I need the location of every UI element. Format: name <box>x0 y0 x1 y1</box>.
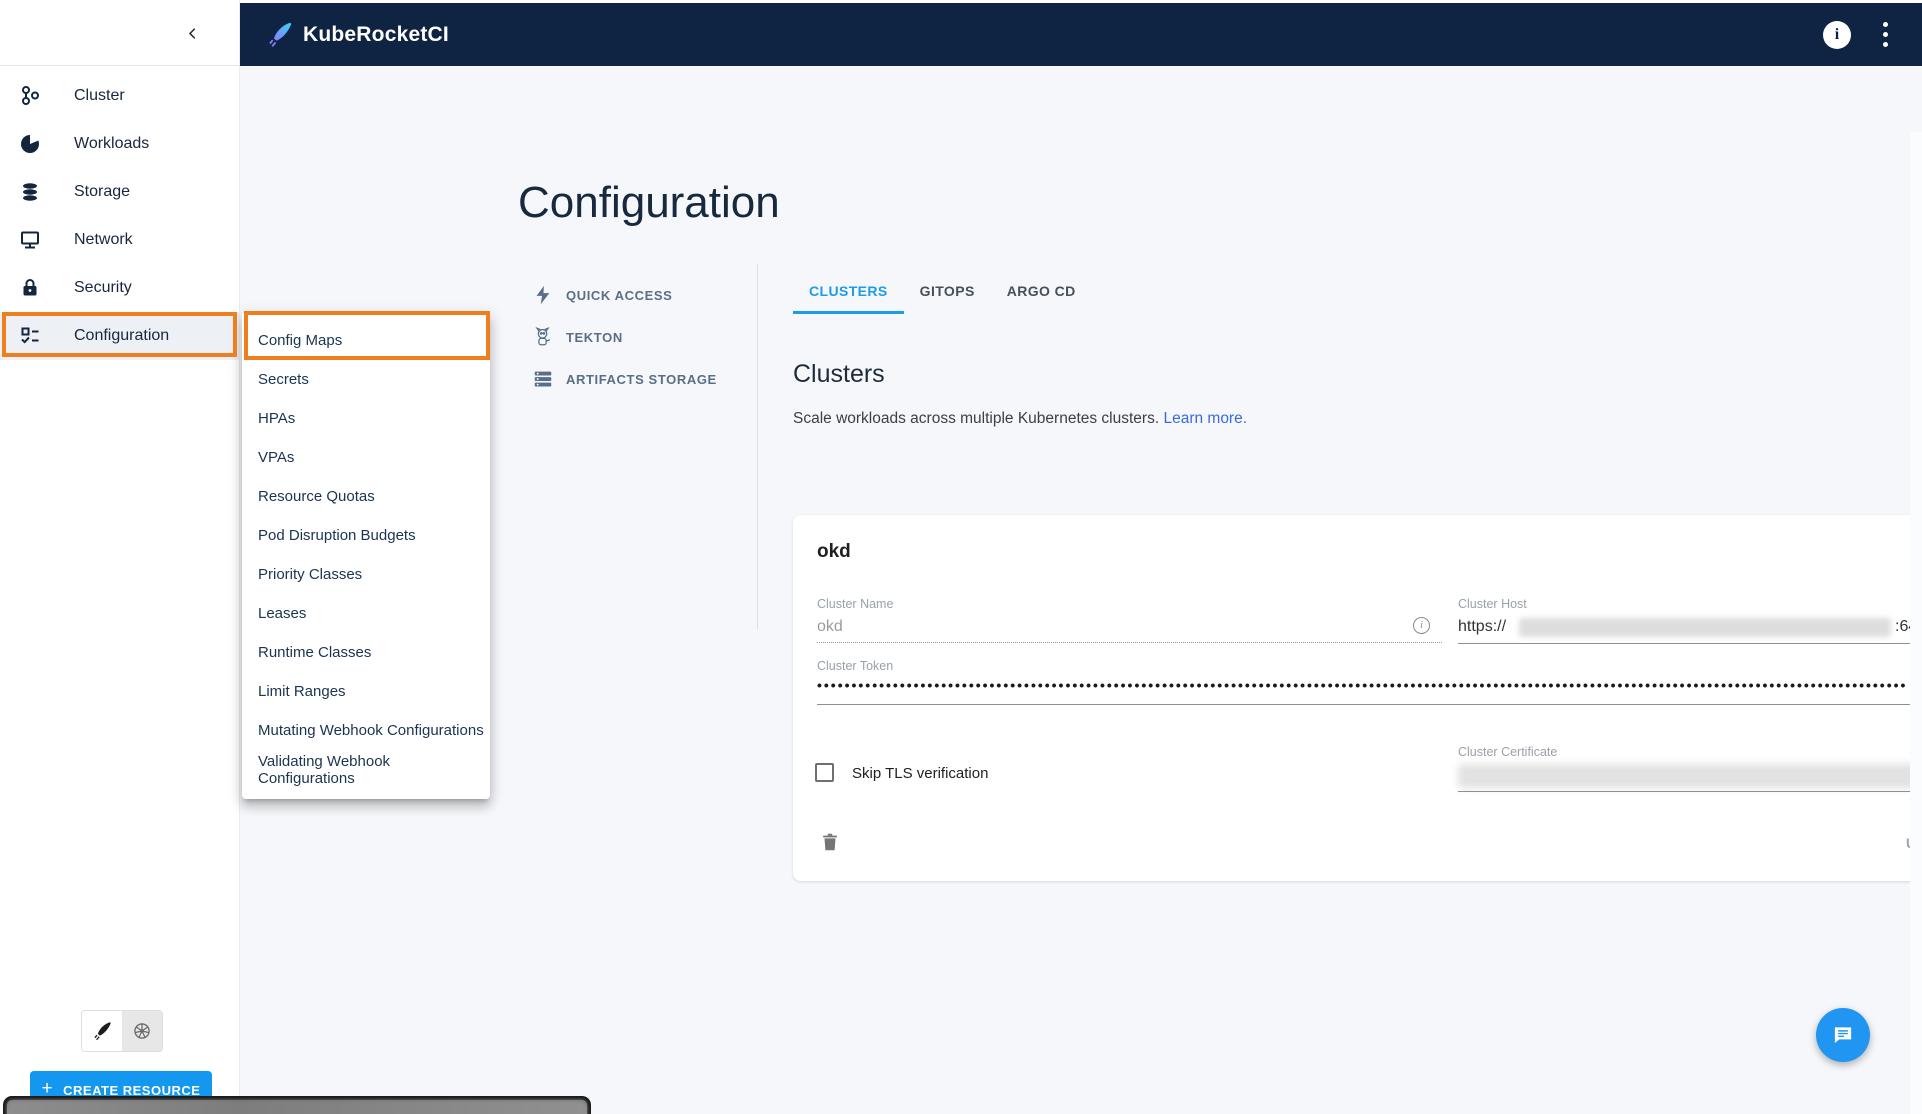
submenu-item-config-maps[interactable]: Config Maps <box>242 321 490 360</box>
cluster-card: okd Cluster Name okd i Cluster Host http… <box>793 515 1922 881</box>
sidebar-item-storage[interactable]: Storage <box>0 168 239 216</box>
menu-item-label: TEKTON <box>566 330 623 345</box>
cluster-name-underline <box>817 618 1442 643</box>
cluster-host-underline <box>1458 618 1922 644</box>
sidebar-nav: Cluster Workloads Storage Network <box>0 72 239 360</box>
menu-item-quick-access[interactable]: QUICK ACCESS <box>532 274 717 316</box>
lightning-bolt-icon <box>532 284 554 306</box>
cluster-card-title: okd <box>817 541 851 563</box>
trash-icon[interactable] <box>819 831 841 853</box>
cluster-token-underline <box>817 675 1922 705</box>
cluster-host-label: Cluster Host <box>1458 597 1527 611</box>
section-description-text: Scale workloads across multiple Kubernet… <box>793 410 1159 427</box>
app-header: KubeRocketCI i <box>240 0 1922 66</box>
menu-item-tekton[interactable]: TEKTON <box>532 316 717 358</box>
menu-item-artifacts-storage[interactable]: ARTIFACTS STORAGE <box>532 358 717 400</box>
rocket-icon <box>92 1021 112 1041</box>
tabs: CLUSTERS GITOPS ARGO CD <box>793 270 1092 312</box>
configuration-icon <box>18 324 42 348</box>
sidebar-item-cluster[interactable]: Cluster <box>0 72 239 120</box>
kebab-menu-icon[interactable] <box>1879 18 1892 51</box>
sidebar-top <box>0 0 239 66</box>
submenu-item-pod-disruption-budgets[interactable]: Pod Disruption Budgets <box>242 516 490 555</box>
tab-argo-cd[interactable]: ARGO CD <box>991 270 1092 312</box>
cluster-token-label: Cluster Token <box>817 659 893 673</box>
section-heading: Clusters <box>793 360 885 389</box>
submenu-item-limit-ranges[interactable]: Limit Ranges <box>242 672 490 711</box>
security-icon <box>18 276 42 300</box>
sidebar: Cluster Workloads Storage Network <box>0 0 240 1114</box>
sidebar-item-security[interactable]: Security <box>0 264 239 312</box>
sidebar-item-network[interactable]: Network <box>0 216 239 264</box>
submenu-item-resource-quotas[interactable]: Resource Quotas <box>242 477 490 516</box>
submenu-item-vpas[interactable]: VPAs <box>242 438 490 477</box>
submenu-item-hpas[interactable]: HPAs <box>242 399 490 438</box>
info-icon[interactable]: i <box>1413 617 1430 634</box>
cluster-certificate-label: Cluster Certificate <box>1458 745 1557 759</box>
server-stack-icon <box>532 368 554 390</box>
main-content: Configuration QUICK ACCESS TEKTON <box>240 66 1922 1114</box>
rocket-logo-icon <box>266 21 293 48</box>
sidebar-item-label: Cluster <box>74 87 125 105</box>
sidebar-item-workloads[interactable]: Workloads <box>0 120 239 168</box>
sidebar-item-label: Storage <box>74 183 130 201</box>
brand-name: KubeRocketCI <box>303 23 449 47</box>
kubernetes-mode-button[interactable] <box>122 1011 162 1051</box>
vertical-divider <box>757 264 758 629</box>
tab-clusters[interactable]: CLUSTERS <box>793 270 904 312</box>
skip-tls-label: Skip TLS verification <box>852 765 988 782</box>
storage-icon <box>18 180 42 204</box>
sidebar-item-label: Configuration <box>74 327 169 345</box>
sidebar-item-label: Security <box>74 279 132 297</box>
submenu-item-mutating-webhook-configurations[interactable]: Mutating Webhook Configurations <box>242 711 490 750</box>
info-icon[interactable]: i <box>1823 21 1851 49</box>
network-icon <box>18 228 42 252</box>
collapse-sidebar-button[interactable] <box>179 20 205 46</box>
sidebar-item-configuration[interactable]: Configuration <box>0 312 239 360</box>
view-mode-toggle <box>81 1010 163 1052</box>
skip-tls-checkbox[interactable] <box>815 763 834 782</box>
brand: KubeRocketCI <box>266 21 449 48</box>
cluster-name-label: Cluster Name <box>817 597 893 611</box>
cluster-icon <box>18 84 42 108</box>
section-description: Scale workloads across multiple Kubernet… <box>793 410 1247 428</box>
tab-gitops[interactable]: GITOPS <box>904 270 991 312</box>
menu-item-label: QUICK ACCESS <box>566 288 672 303</box>
submenu-item-leases[interactable]: Leases <box>242 594 490 633</box>
scrollbar-track[interactable] <box>1910 132 1922 1114</box>
sidebar-item-label: Network <box>74 231 133 249</box>
chat-fab-button[interactable] <box>1816 1008 1870 1062</box>
submenu-item-secrets[interactable]: Secrets <box>242 360 490 399</box>
workloads-icon <box>18 132 42 156</box>
chat-bubble-icon <box>1830 1022 1856 1048</box>
submenu-item-validating-webhook-configurations[interactable]: Validating Webhook Configurations <box>242 750 490 789</box>
chevron-left-icon <box>185 26 200 41</box>
configuration-submenu: Config Maps Secrets HPAs VPAs Resource Q… <box>242 313 490 799</box>
tekton-cat-icon <box>532 326 554 348</box>
learn-more-link[interactable]: Learn more. <box>1163 410 1247 427</box>
page-title: Configuration <box>518 178 780 228</box>
cluster-certificate-underline <box>1458 764 1922 792</box>
sidebar-item-label: Workloads <box>74 135 149 153</box>
submenu-item-priority-classes[interactable]: Priority Classes <box>242 555 490 594</box>
rocket-mode-button[interactable] <box>82 1011 122 1051</box>
submenu-item-runtime-classes[interactable]: Runtime Classes <box>242 633 490 672</box>
screen-capture-bar <box>3 1096 591 1114</box>
configuration-side-menu: QUICK ACCESS TEKTON ARTIFACTS STORAGE <box>532 274 717 400</box>
menu-item-label: ARTIFACTS STORAGE <box>566 372 717 387</box>
kubernetes-wheel-icon <box>132 1021 152 1041</box>
app-window: KubeRocketCI i Cluster <box>0 0 1922 1114</box>
